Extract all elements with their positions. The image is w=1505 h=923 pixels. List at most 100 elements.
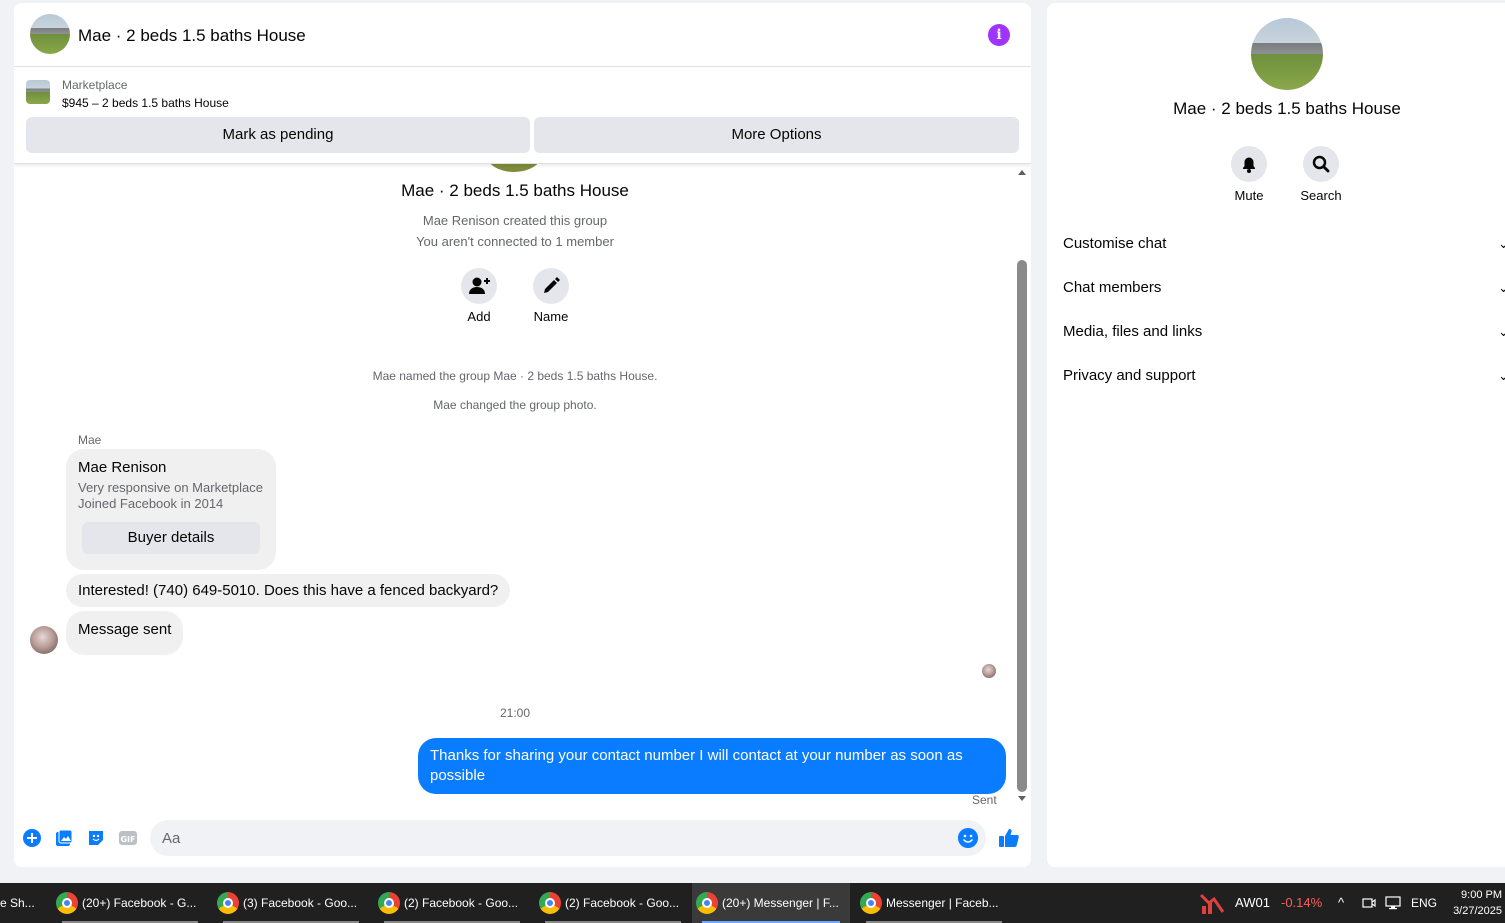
chrome-icon [378,892,400,914]
section-privacy-support[interactable]: Privacy and support ⌄ [1063,354,1505,398]
buyer-responsive: Very responsive on Marketplace [78,480,263,495]
network-icon[interactable] [1385,896,1401,910]
sticker-icon[interactable] [86,828,106,848]
group-avatar[interactable] [30,14,70,54]
gif-icon[interactable]: GIF [118,828,138,848]
taskbar-item[interactable]: (20+) Facebook - G... [52,883,208,923]
photo-icon[interactable] [54,828,74,848]
search-label: Search [1300,188,1342,203]
buyer-details-button[interactable]: Buyer details [82,522,260,554]
language-indicator[interactable]: ENG [1411,883,1437,923]
section-label: Customise chat [1063,235,1167,252]
taskbar-label: Messenger | Faceb... [886,896,999,910]
outgoing-message[interactable]: Thanks for sharing your contact number I… [418,738,1006,794]
taskbar-label: (20+) Facebook - G... [82,896,197,910]
message-sent-bubble[interactable]: Message sent [66,611,184,655]
taskbar-label: (3) Facebook - Goo... [243,896,358,910]
chrome-icon [56,892,78,914]
name-label: Name [533,309,569,324]
message-scrollbar[interactable] [1016,166,1028,806]
taskbar-item[interactable]: (2) Facebook - Goo... [535,883,691,923]
add-label: Add [467,309,491,324]
not-connected-text: You aren't connected to 1 member [416,234,614,249]
section-customise-chat[interactable]: Customise chat ⌄ [1063,222,1505,266]
composer: GIF [14,819,1031,859]
taskbar-item[interactable]: (2) Facebook - Goo... [374,883,530,923]
taskbar-label: (2) Facebook - Goo... [565,896,680,910]
scroll-up-arrow-icon[interactable] [1018,170,1026,175]
more-options-button[interactable]: More Options [534,117,1019,153]
section-chat-members[interactable]: Chat members ⌄ [1063,266,1505,310]
system-clock[interactable]: 9:00 PM 3/27/2025 [1442,887,1502,919]
info-icon[interactable]: i [988,24,1010,46]
svg-text:GIF: GIF [120,835,135,844]
chevron-down-icon: ⌄ [1498,368,1505,383]
created-by-text: Mae Renison created this group [422,213,608,228]
chrome-icon [696,892,718,914]
system-named-message: Mae named the group Mae · 2 beds 1.5 bat… [372,369,658,383]
stock-ticker[interactable]: AW01 [1235,883,1270,923]
group-title: Mae · 2 beds 1.5 baths House [401,181,629,200]
bell-icon [1243,157,1255,173]
stock-chart-icon[interactable] [1200,892,1224,914]
plus-circle-icon[interactable] [22,828,42,848]
marketplace-bar: Marketplace $945 – 2 beds 1.5 baths Hous… [14,68,1031,164]
chrome-icon [860,892,882,914]
chevron-down-icon: ⌄ [1498,324,1505,339]
sender-name: Mae [78,433,102,447]
buyer-joined: Joined Facebook in 2014 [78,496,224,511]
message-timestamp: 21:00 [499,706,531,720]
taskbar-item-active[interactable]: (20+) Messenger | F... [692,883,850,923]
scroll-thumb[interactable] [1017,260,1027,792]
chevron-down-icon: ⌄ [1498,280,1505,295]
chrome-icon [539,892,561,914]
incoming-message[interactable]: Interested! (740) 649-5010. Does this ha… [66,574,511,607]
chat-info-panel: Mae · 2 beds 1.5 baths House Mute Search… [1047,3,1505,867]
chat-header: Mae · 2 beds 1.5 baths House i [14,3,1031,67]
taskbar-item[interactable]: e Sh... [0,883,46,923]
section-media-files-links[interactable]: Media, files and links ⌄ [1063,310,1505,354]
clock-time: 9:00 PM [1461,889,1502,901]
add-member-button[interactable] [461,268,497,304]
stock-change[interactable]: -0.14% [1281,883,1322,923]
emoji-icon[interactable] [958,828,978,848]
search-icon [1312,155,1330,173]
name-group-button[interactable] [533,268,569,304]
chevron-down-icon: ⌄ [1498,236,1505,251]
taskbar-item[interactable]: Messenger | Faceb... [856,883,1012,923]
section-label: Media, files and links [1063,323,1203,340]
message-list[interactable]: Mae · 2 beds 1.5 baths House Mae Renison… [14,164,1016,804]
search-button[interactable] [1303,146,1339,182]
mute-button[interactable] [1231,146,1267,182]
buyer-profile-card: Mae Renison Very responsive on Marketpla… [66,449,276,570]
scroll-down-arrow-icon[interactable] [1018,796,1026,801]
section-label: Chat members [1063,279,1162,296]
message-input[interactable] [150,820,986,856]
listing-thumbnail[interactable] [26,80,50,104]
group-photo-partial [486,164,542,172]
sender-avatar[interactable] [30,626,58,654]
windows-taskbar: e Sh... (20+) Facebook - G... (3) Facebo… [0,883,1505,923]
section-label: Privacy and support [1063,367,1196,384]
system-photo-message: Mae changed the group photo. [433,398,597,412]
pencil-icon [544,277,560,293]
meet-now-icon[interactable] [1362,896,1376,910]
clock-date: 3/27/2025 [1453,905,1502,917]
taskbar-label: (20+) Messenger | F... [722,896,839,910]
buyer-name[interactable]: Mae Renison [78,459,166,476]
taskbar-label: (2) Facebook - Goo... [404,896,519,910]
chevron-up-icon[interactable]: ^ [1338,883,1344,923]
mute-label: Mute [1234,188,1264,203]
thumbs-up-icon[interactable] [998,827,1020,849]
marketplace-label: Marketplace [62,78,128,92]
taskbar-item[interactable]: (3) Facebook - Goo... [213,883,369,923]
info-group-avatar[interactable] [1251,18,1323,90]
info-title: Mae · 2 beds 1.5 baths House [1173,99,1401,118]
sent-status: Sent [972,793,997,804]
chat-title[interactable]: Mae · 2 beds 1.5 baths House [78,26,306,46]
chat-panel: Mae · 2 beds 1.5 baths House i Marketpla… [14,3,1031,867]
taskbar-label: e Sh... [0,896,35,910]
listing-title[interactable]: $945 – 2 beds 1.5 baths House [62,96,229,110]
mark-pending-button[interactable]: Mark as pending [26,117,530,153]
read-receipt-avatar [982,664,996,678]
